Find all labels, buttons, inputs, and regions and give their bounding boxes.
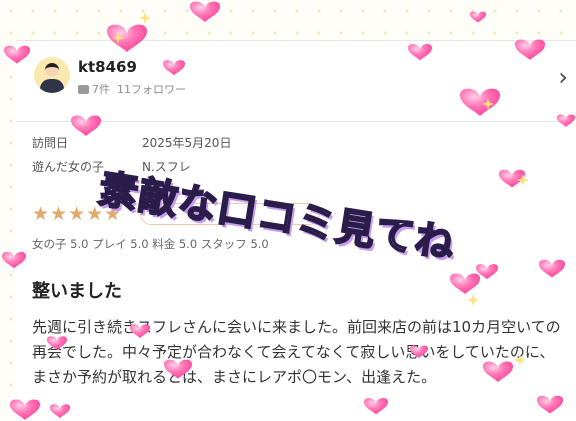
heart-icon [460, 88, 500, 116]
heart-icon [10, 399, 40, 420]
heart-icon [410, 345, 428, 358]
heart-icon [163, 60, 185, 76]
heart-icon [539, 259, 565, 278]
sparkle-icon [514, 354, 526, 366]
heart-icon [515, 39, 545, 60]
heart-icon [47, 336, 67, 350]
heart-icon [71, 115, 101, 136]
heart-icon [470, 11, 486, 23]
heart-icon [537, 395, 563, 414]
heart-icon [557, 114, 575, 127]
heart-icon [2, 251, 26, 269]
heart-icon [4, 45, 30, 64]
heart-icon [130, 324, 150, 338]
heart-icon [50, 404, 70, 418]
hearts-layer [2, 1, 575, 420]
heart-icon [450, 273, 480, 294]
sparkle-icon [139, 12, 151, 24]
heart-icon [164, 359, 192, 379]
heart-icon [483, 361, 513, 382]
heart-icon [364, 397, 388, 415]
heart-icon [190, 1, 220, 22]
heart-icon [408, 43, 432, 61]
sparkle-icon [467, 294, 479, 306]
